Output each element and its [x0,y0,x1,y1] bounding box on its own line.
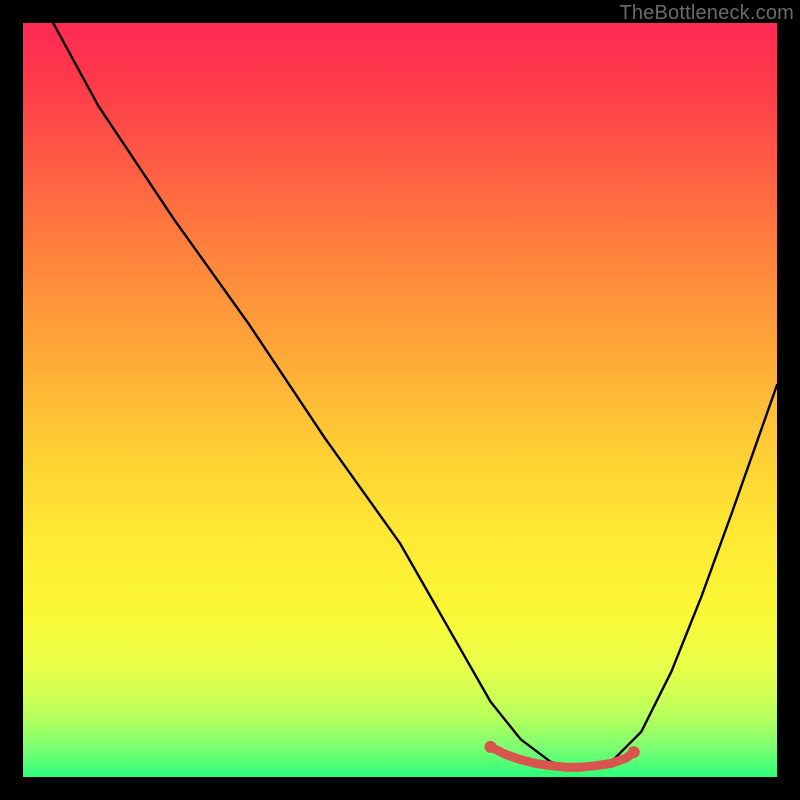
optimal-start-dot [484,741,496,753]
watermark-text: TheBottleneck.com [619,2,794,25]
plot-area [23,23,777,777]
chart-svg [23,23,777,777]
optimal-end-dot [628,746,640,758]
chart-container: TheBottleneck.com [0,0,800,800]
bottleneck-curve [53,23,777,769]
optimal-range-marker [490,747,633,767]
